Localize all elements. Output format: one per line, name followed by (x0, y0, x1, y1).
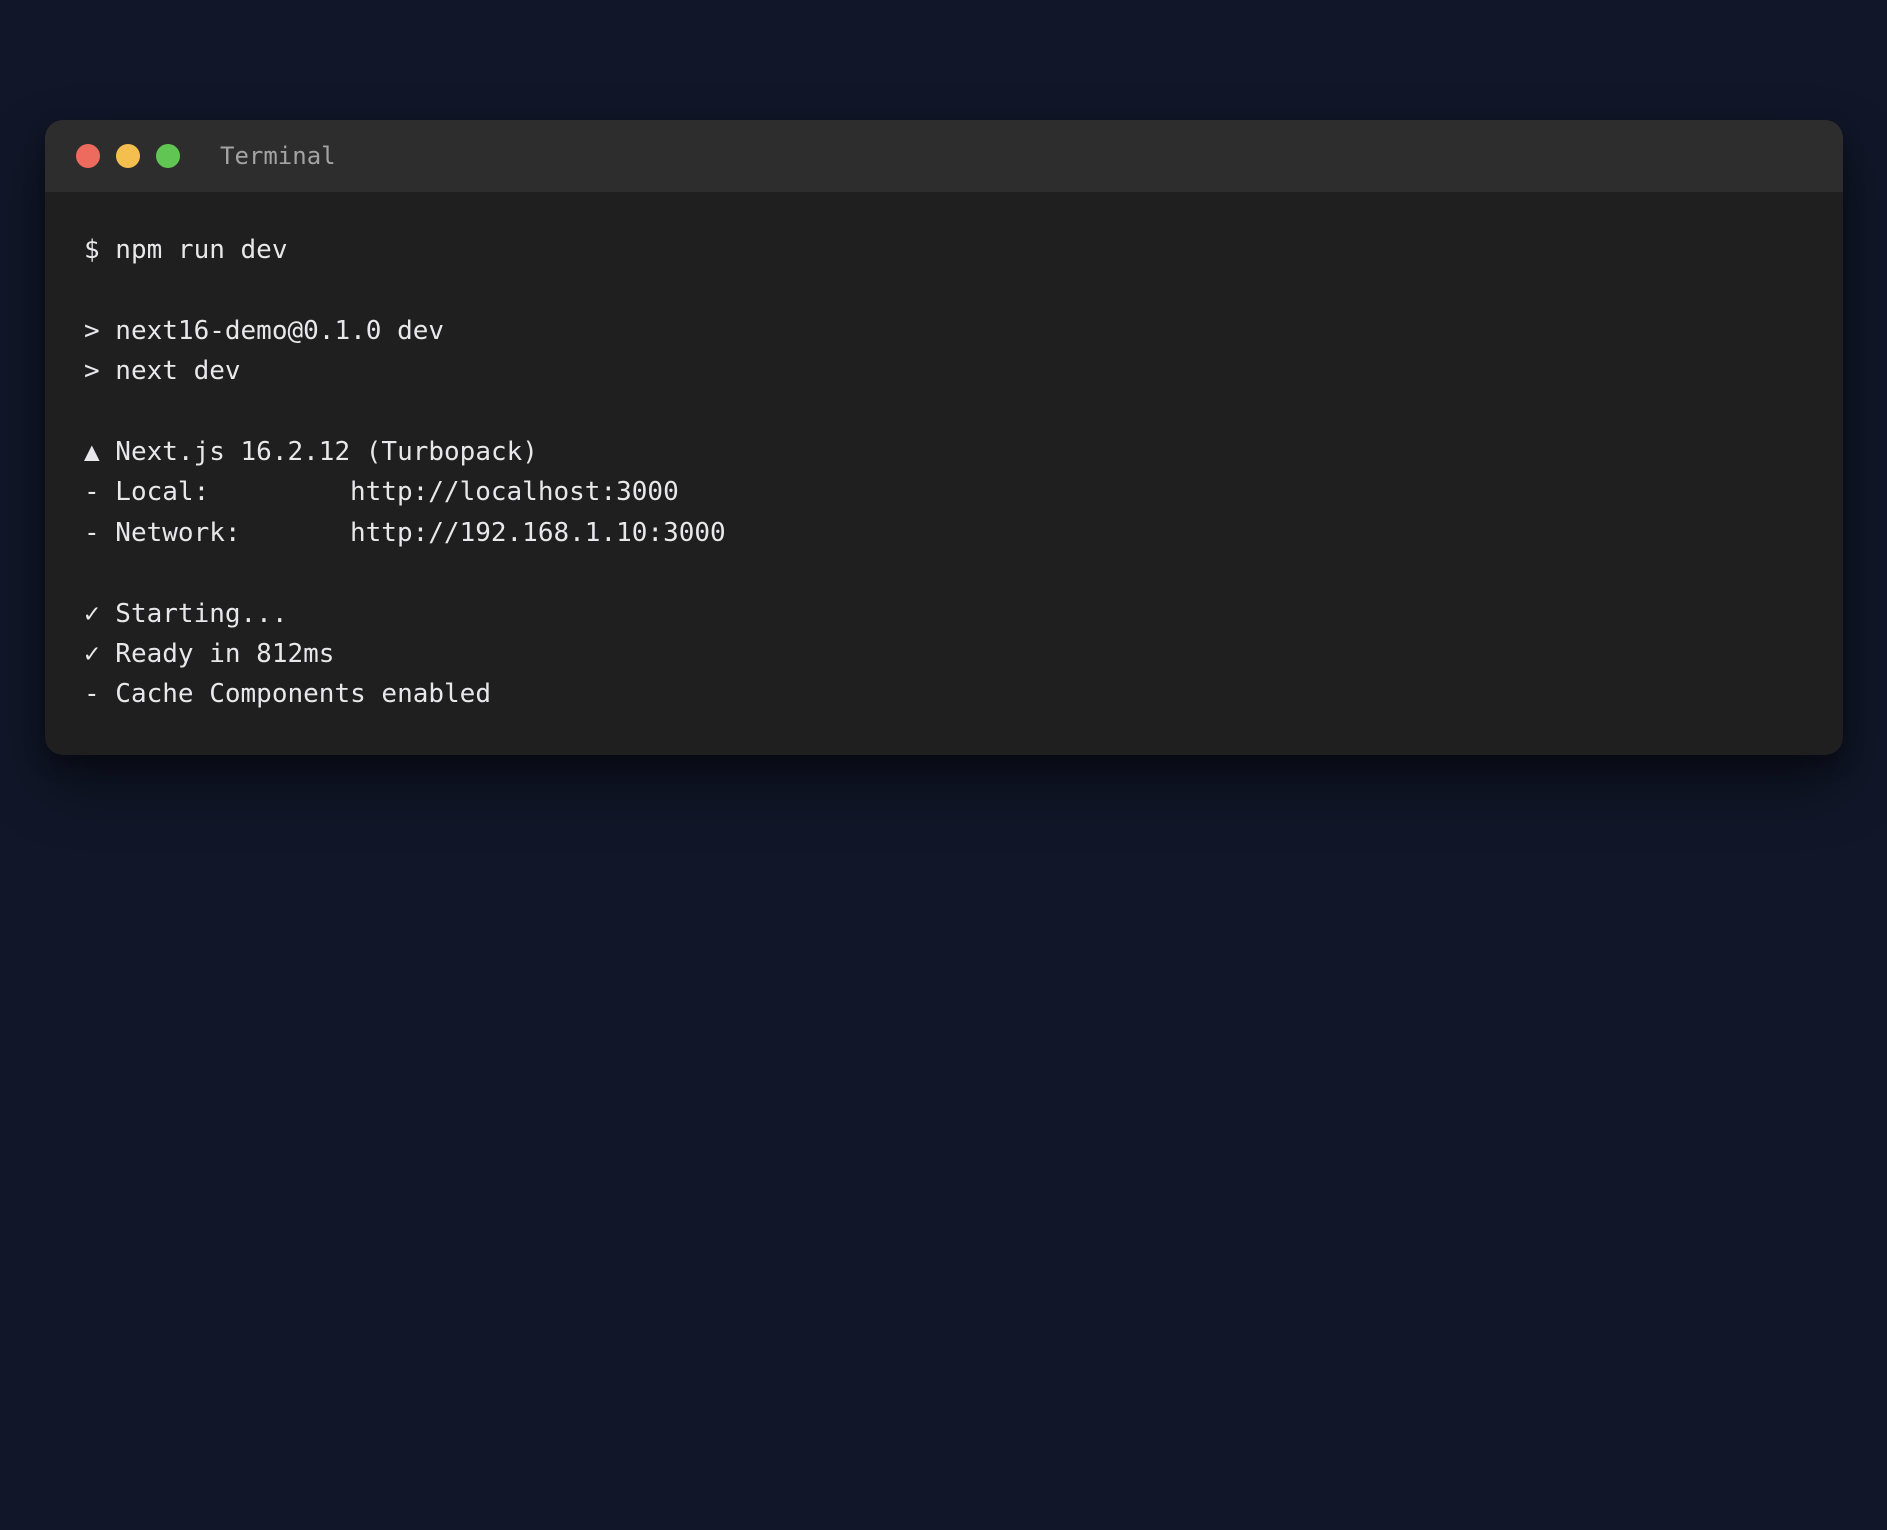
script-line: > next16-demo@0.1.0 dev (84, 315, 445, 346)
local-url-link[interactable]: http://localhost:3000 (350, 477, 679, 507)
network-label: - Network: (84, 517, 241, 548)
minimize-window-button[interactable] (116, 144, 140, 168)
status-line: ✓ Starting... (84, 598, 288, 629)
script-line: > next dev (84, 356, 241, 387)
close-window-button[interactable] (76, 144, 100, 168)
terminal-window: Terminal $ npm run dev > next16-demo@0.1… (45, 120, 1843, 755)
local-url-line: - Local: http://localhost:3000 (84, 472, 1804, 512)
terminal-output[interactable]: $ npm run dev > next16-demo@0.1.0 dev > … (84, 230, 1804, 725)
command-prompt-line: $ npm run dev (84, 235, 288, 265)
framework-version-line: ▲ Next.js 16.2.12 (Turbopack) (84, 436, 538, 467)
network-url-link[interactable]: http://192.168.1.10:3000 (350, 518, 726, 548)
title-bar: Terminal (45, 120, 1843, 192)
status-line: - Cache Components enabled (84, 679, 491, 710)
window-title: Terminal (220, 142, 336, 170)
status-line: ✓ Ready in 812ms (84, 638, 335, 669)
network-url-line: - Network: http://192.168.1.10:3000 (84, 513, 1804, 553)
local-label: - Local: (84, 477, 210, 508)
maximize-window-button[interactable] (156, 144, 180, 168)
